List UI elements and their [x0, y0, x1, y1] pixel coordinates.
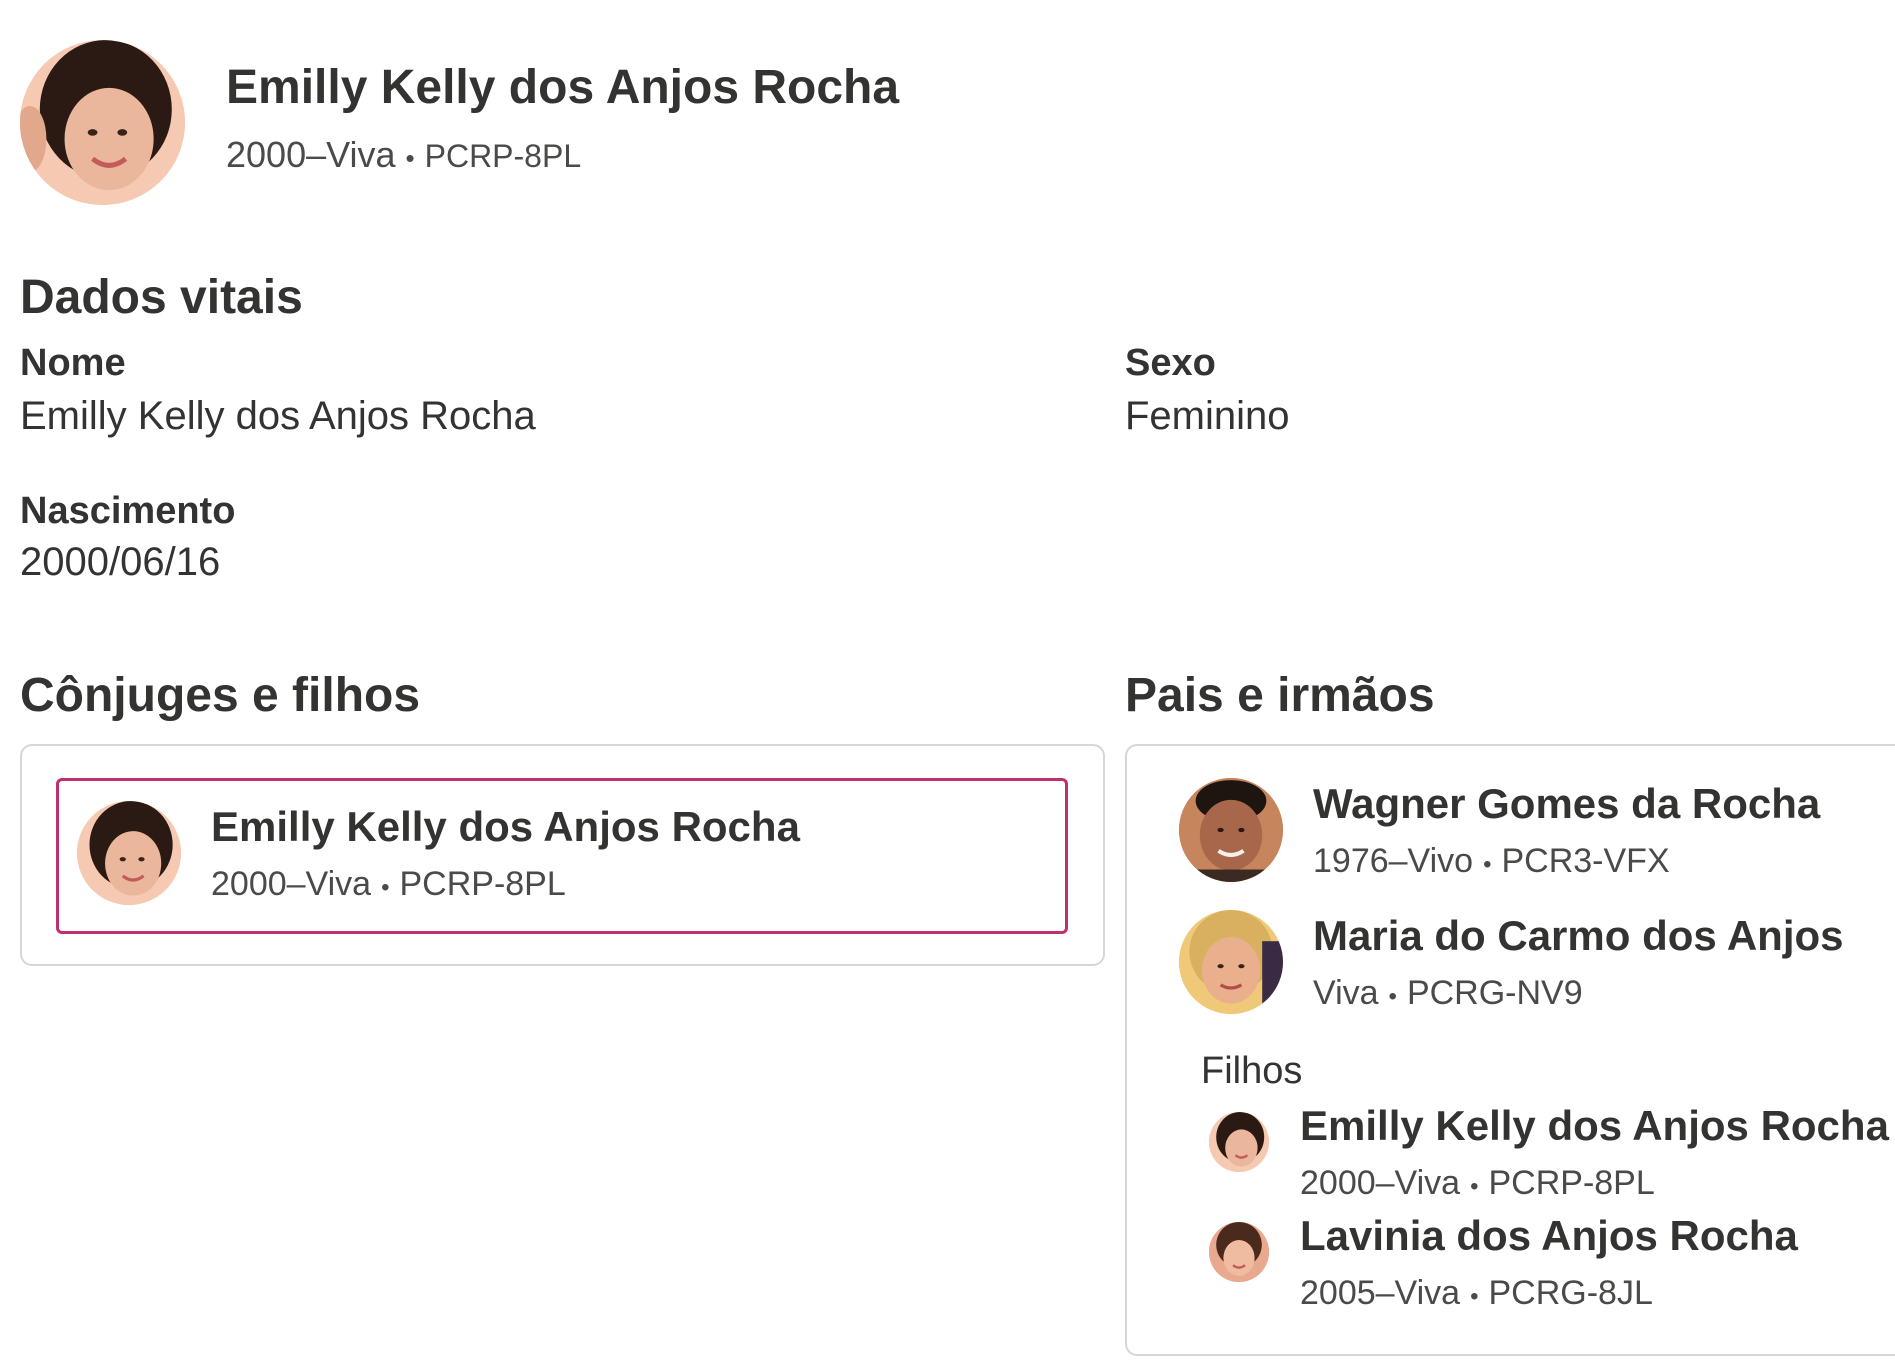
- child-name[interactable]: Emilly Kelly dos Anjos Rocha: [1300, 1102, 1889, 1150]
- child-lifespan: 2000–Viva: [1300, 1164, 1461, 1202]
- spouse-meta: 2000–Viva • PCRP-8PL: [211, 865, 566, 904]
- spouse-entry[interactable]: Emilly Kelly dos Anjos Rocha 2000–Viva • P…: [56, 778, 1068, 934]
- child-name[interactable]: Lavinia dos Anjos Rocha: [1300, 1212, 1798, 1260]
- child-id: PCRP-8PL: [1488, 1164, 1655, 1202]
- child-avatar: [1209, 1222, 1269, 1282]
- spouses-card: Emilly Kelly dos Anjos Rocha 2000–Viva • P…: [20, 744, 1105, 966]
- girl-portrait-icon: [77, 801, 181, 905]
- father-name[interactable]: Wagner Gomes da Rocha: [1313, 780, 1820, 828]
- child-entry[interactable]: Emilly Kelly dos Anjos Rocha 2000–Viva • P…: [1127, 1098, 1895, 1208]
- section-title-spouses: Cônjuges e filhos: [20, 669, 421, 722]
- father-id: PCR3-VFX: [1501, 842, 1670, 880]
- meta-separator: •: [1483, 851, 1492, 878]
- birth-label: Nascimento: [20, 490, 236, 532]
- mother-lifespan: Viva: [1313, 974, 1379, 1012]
- birth-value: 2000/06/16: [20, 540, 221, 584]
- name-value: Emilly Kelly dos Anjos Rocha: [20, 394, 536, 438]
- father-avatar: [1179, 778, 1283, 882]
- profile-meta: 2000–Viva • PCRP-8PL: [226, 134, 581, 176]
- mother-avatar: [1179, 910, 1283, 1014]
- sex-label: Sexo: [1125, 342, 1216, 384]
- meta-separator: •: [1388, 983, 1397, 1010]
- profile-lifespan: 2000–Viva: [226, 134, 396, 175]
- girl-portrait-icon: [1209, 1112, 1269, 1172]
- spouse-avatar: [77, 801, 181, 905]
- spouse-name[interactable]: Emilly Kelly dos Anjos Rocha: [211, 803, 800, 851]
- child-lifespan: 2005–Viva: [1300, 1274, 1461, 1312]
- spouse-lifespan: 2000–Viva: [211, 865, 372, 903]
- section-title-parents: Pais e irmãos: [1125, 669, 1435, 722]
- meta-separator: •: [405, 143, 415, 173]
- mother-name[interactable]: Maria do Carmo dos Anjos: [1313, 912, 1844, 960]
- child-entry[interactable]: Lavinia dos Anjos Rocha 2005–Viva • PCRG-8…: [1127, 1208, 1895, 1318]
- parents-card: Wagner Gomes da Rocha 1976–Vivo • PCR3-VFX…: [1125, 744, 1895, 1356]
- father-lifespan: 1976–Vivo: [1313, 842, 1474, 880]
- mother-meta: Viva • PCRG-NV9: [1313, 974, 1583, 1013]
- meta-separator: •: [381, 874, 390, 901]
- spouse-id: PCRP-8PL: [399, 865, 566, 903]
- children-label: Filhos: [1201, 1050, 1303, 1092]
- child-id: PCRG-8JL: [1488, 1274, 1653, 1312]
- profile-name: Emilly Kelly dos Anjos Rocha: [226, 61, 900, 114]
- meta-separator: •: [1470, 1283, 1479, 1310]
- father-entry[interactable]: Wagner Gomes da Rocha 1976–Vivo • PCR3-VFX: [1127, 746, 1895, 882]
- name-label: Nome: [20, 342, 126, 384]
- child-meta: 2005–Viva • PCRG-8JL: [1300, 1274, 1653, 1313]
- man-portrait-icon: [1179, 778, 1283, 882]
- section-title-vitals: Dados vitais: [20, 271, 303, 324]
- mother-id: PCRG-NV9: [1406, 974, 1583, 1012]
- child-meta: 2000–Viva • PCRP-8PL: [1300, 1164, 1655, 1203]
- child-avatar: [1209, 1112, 1269, 1172]
- woman-portrait-icon: [1179, 910, 1283, 1014]
- sex-value: Feminino: [1125, 394, 1290, 438]
- girl-portrait-icon: [1209, 1222, 1269, 1282]
- mother-entry[interactable]: Maria do Carmo dos Anjos Viva • PCRG-NV9: [1127, 876, 1895, 1014]
- profile-avatar: [20, 40, 185, 205]
- meta-separator: •: [1470, 1173, 1479, 1200]
- profile-id: PCRP-8PL: [424, 138, 582, 174]
- girl-portrait-icon: [20, 40, 185, 205]
